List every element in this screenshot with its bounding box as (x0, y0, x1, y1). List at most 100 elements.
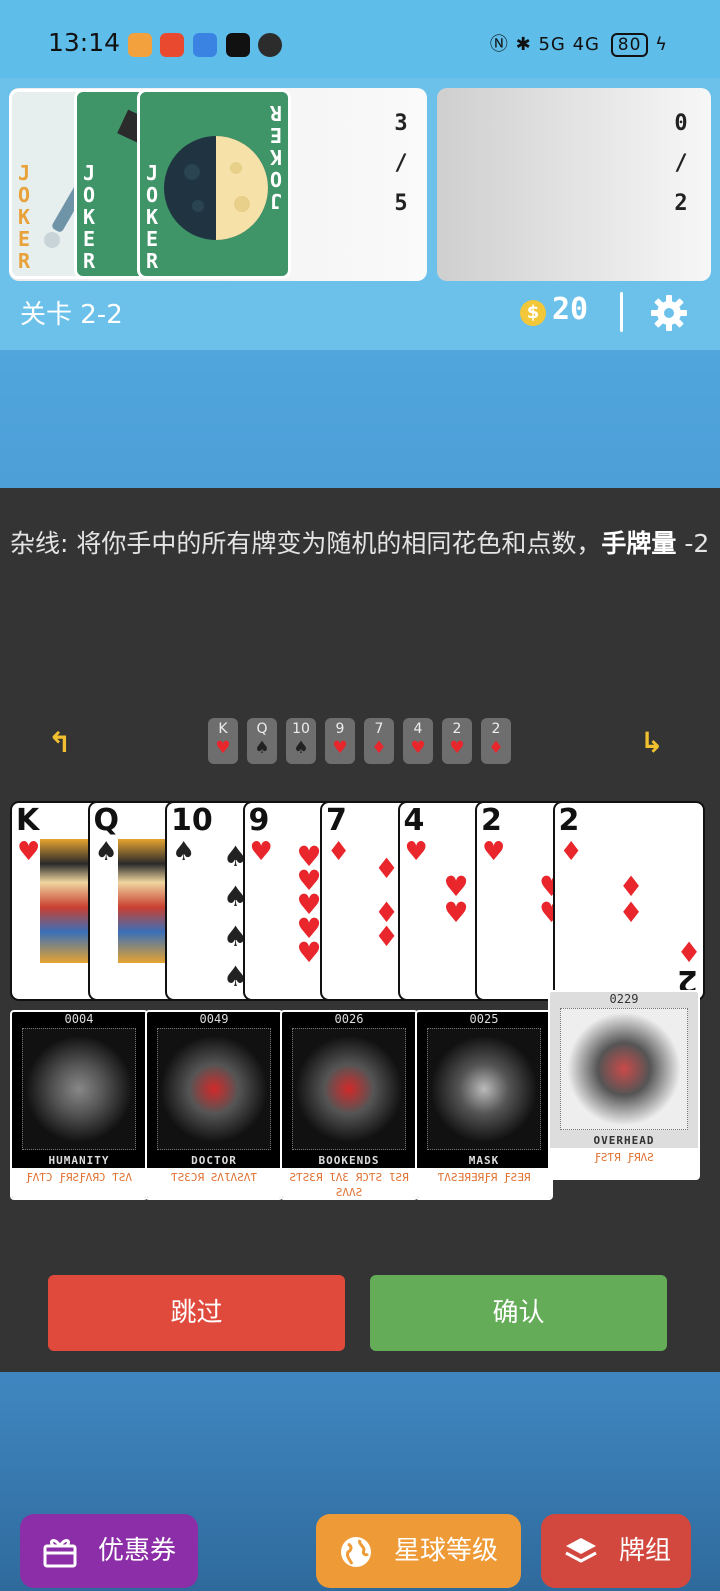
hand-summary-rank: 10 (292, 721, 310, 737)
hand-summary-suit: ♠ (254, 738, 270, 758)
app-icon-browser (193, 33, 217, 57)
hand-summary-suit: ♠ (293, 738, 309, 758)
face-card-art (40, 839, 88, 963)
card-suit: ♠ (172, 837, 196, 867)
tarot-name: BOOKENDS (318, 1154, 380, 1167)
hand-summary-suit: ♥ (332, 738, 348, 758)
app-icon-taobao (160, 33, 184, 57)
hand-summary-rank: 9 (335, 721, 345, 737)
card-rank: 4 (403, 803, 425, 838)
joker-area: JOKER JOKER JOKER JOKER 3 / 5 (9, 88, 427, 281)
hand-summary-rank: 2 (491, 721, 501, 737)
card-rank: 2 (558, 803, 580, 838)
effect-description: 杂线: 将你手中的所有牌变为随机的相同花色和点数，手牌量 -2 (10, 529, 710, 558)
tarot-art (22, 1028, 136, 1150)
tarot-card[interactable]: 0004 HUMANITY ƑΛƬƆ ƑЯƧƑΛЯƆ ƬƧΛ (10, 1010, 148, 1200)
card-suit: ♥ (404, 837, 428, 867)
card-suit: ♦ (559, 837, 583, 867)
top-bar: JOKER JOKER JOKER JOKER 3 / 5 0 / 2 关卡 2… (0, 78, 720, 350)
hand-summary-card: 7 ♦ (364, 718, 394, 764)
tarot-card[interactable]: 0026 BOOKENDS ƧƬƧƐЯ ƖΛƐ ЯƆƬƧ ƖƧЯ ƧΛΛƧ (280, 1010, 418, 1200)
hand-summary-rank: 4 (413, 721, 423, 737)
tarot-number: 0025 (469, 1012, 499, 1026)
sort-right-arrow-icon[interactable]: ↳ (640, 726, 663, 759)
card-rank: 10 (171, 803, 213, 838)
coin-icon: $ (520, 300, 546, 326)
tarot-name: HUMANITY (48, 1154, 110, 1167)
card-rank: 9 (248, 803, 270, 838)
hand-summary-rank: 7 (374, 721, 384, 737)
hand-summary-rank: 2 (452, 721, 462, 737)
status-bar: 13:14 Ⓝ ✱ 5G 4G 80 ϟ (0, 0, 720, 78)
hand-summary-suit: ♦ (371, 738, 387, 758)
joker-card-3[interactable]: JOKER JOKER (137, 89, 291, 279)
tarot-card[interactable]: 0049 DOCTOR ƬƧƐƆЯ ƧΛƖΛƧΛƬ (145, 1010, 283, 1200)
skip-button[interactable]: 跳过 (48, 1275, 345, 1351)
tarot-name: MASK (468, 1154, 500, 1167)
app-icon-tiktok (226, 33, 250, 57)
app-icon-wechat (258, 33, 282, 57)
coupon-button[interactable]: 优惠券 (20, 1514, 198, 1588)
joker-card-2-label: JOKER (83, 161, 96, 273)
card-pip: ♦ (374, 920, 400, 953)
hand-summary-card: 2 ♦ (481, 718, 511, 764)
hand-summary-card: 2 ♥ (442, 718, 472, 764)
bluetooth-icon: ✱ (515, 34, 532, 55)
tarot-art (157, 1028, 271, 1150)
tarot-label: ƬƧƐƆЯ ƧΛƖΛƧΛƬ (147, 1168, 281, 1198)
card-rank: 2 (481, 803, 502, 838)
tarot-art (560, 1008, 688, 1130)
tarot-art (292, 1028, 406, 1150)
tarot-label: ƬΛƧƎЯƎЯƑЯ ƑƧƎЯ (417, 1168, 551, 1198)
tarot-card[interactable]: 0229 OVERHEAD ƑƧƬЯ ƑЯΛƧ (548, 990, 700, 1180)
hand-summary-suit: ♦ (488, 738, 504, 758)
confirm-button[interactable]: 确认 (370, 1275, 667, 1351)
hand-summary-card: K ♥ (208, 718, 238, 764)
card-rank: 7 (326, 803, 347, 838)
card-rank: Q (93, 803, 120, 838)
card-pip: ♦ (618, 896, 644, 929)
card-suit: ♥ (482, 837, 506, 867)
hand-summary-suit: ♥ (449, 738, 465, 758)
hand-summary-rank: K (218, 721, 228, 737)
tarot-number: 0004 (64, 1012, 94, 1026)
divider (620, 292, 623, 332)
card-pip: ♦ (374, 852, 400, 885)
joker-card-3-label-rotated: JOKER (269, 101, 282, 213)
gift-icon (43, 1539, 77, 1568)
globe-icon (341, 1537, 371, 1567)
gear-icon[interactable] (650, 294, 688, 332)
tarot-label: ƑΛƬƆ ƑЯƧƑΛЯƆ ƬƧΛ (12, 1168, 146, 1198)
card-suit: ♠ (94, 837, 118, 867)
tarot-number: 0049 (199, 1012, 229, 1026)
hand-summary-rank: Q (256, 721, 268, 737)
hand-summary-card: 4 ♥ (403, 718, 433, 764)
joker-card-1-label: JOKER (18, 161, 31, 273)
hand-summary-suit: ♥ (410, 738, 426, 758)
layers-icon (565, 1538, 597, 1563)
sort-left-arrow-icon[interactable]: ↰ (48, 726, 71, 759)
tarot-number: 0229 (609, 992, 639, 1006)
consumable-count: 0 / 2 (674, 111, 688, 216)
hand-summary-suit: ♥ (215, 738, 231, 758)
consumable-area: 0 / 2 (437, 88, 711, 281)
planet-level-button[interactable]: 星球等级 (316, 1514, 521, 1588)
card-pip: ♥ (296, 936, 322, 969)
tarot-card[interactable]: 0025 MASK ƬΛƧƎЯƎЯƑЯ ƑƧƎЯ (415, 1010, 553, 1200)
battery-icon: 80 (610, 33, 649, 57)
joker-count: 3 / 5 (394, 111, 408, 216)
tarot-art (427, 1028, 541, 1150)
app-icon-health (128, 33, 152, 57)
hand-summary-card: Q ♠ (247, 718, 277, 764)
coupon-label: 优惠券 (98, 1536, 177, 1566)
face-card-art (117, 839, 166, 963)
playing-card[interactable]: 2 ♦ ♦ ♦ ♦ 2 (552, 801, 705, 1001)
coin-count: 20 (552, 292, 589, 327)
deck-button[interactable]: 牌组 (541, 1514, 691, 1588)
card-suit: ♦ (327, 837, 351, 867)
tarot-name: DOCTOR (191, 1154, 237, 1167)
status-time: 13:14 (48, 28, 121, 57)
level-label: 关卡 2-2 (20, 300, 123, 330)
card-suit: ♥ (17, 837, 41, 867)
hand-summary-card: 9 ♥ (325, 718, 355, 764)
